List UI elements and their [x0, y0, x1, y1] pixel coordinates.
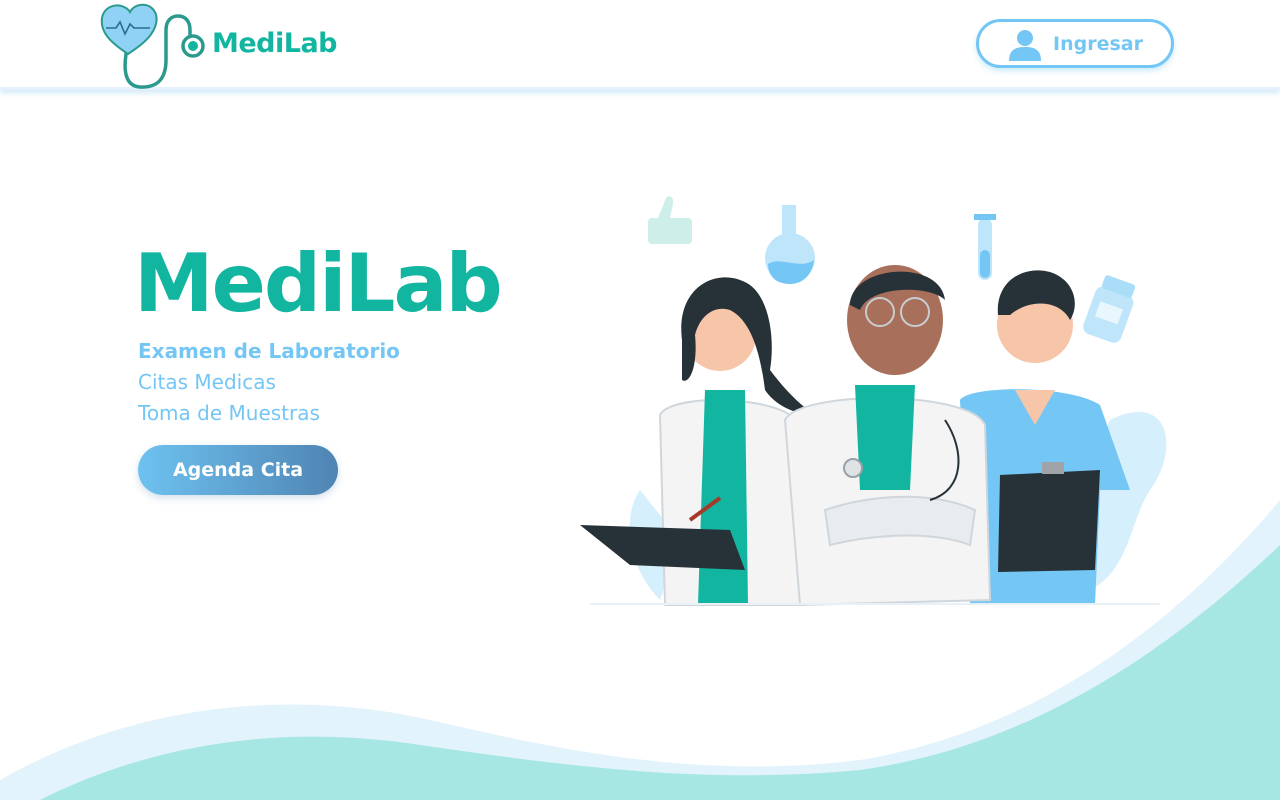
hero-title: MediLab [134, 237, 503, 330]
medical-staff-illustration [580, 196, 1167, 607]
top-navbar: MediLab Ingresar [0, 0, 1280, 90]
brand-name: MediLab [212, 28, 338, 59]
flask-icon [765, 205, 815, 284]
thumbs-up-icon [648, 196, 692, 244]
pill-bottle-icon [1083, 275, 1136, 343]
services-list: Examen de Laboratorio Citas Medicas Toma… [138, 336, 400, 429]
test-tube-icon [974, 214, 996, 280]
user-icon [1009, 30, 1041, 61]
service-item-citas: Citas Medicas [138, 370, 276, 394]
heart-stethoscope-icon [100, 3, 205, 89]
login-label: Ingresar [1053, 33, 1143, 55]
service-item-laboratorio: Examen de Laboratorio [138, 339, 400, 363]
login-button[interactable]: Ingresar [976, 19, 1174, 68]
brand-logo[interactable]: MediLab [100, 2, 350, 90]
service-item-muestras: Toma de Muestras [138, 401, 320, 425]
schedule-appointment-button[interactable]: Agenda Cita [138, 445, 338, 495]
